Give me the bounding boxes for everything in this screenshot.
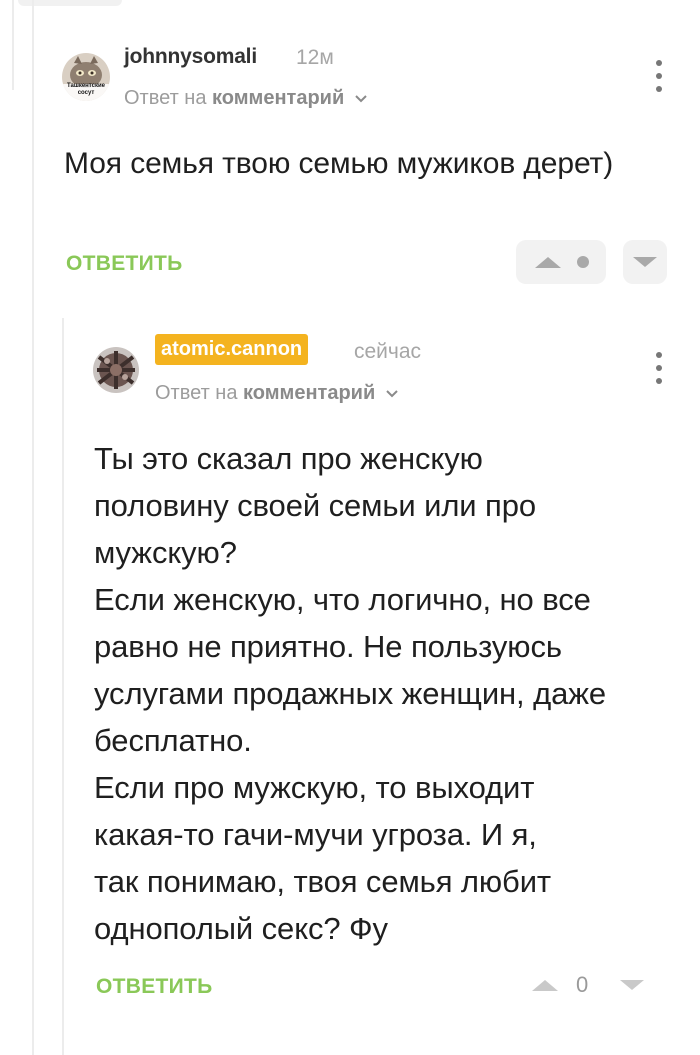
comment-line: равно не приятно. Не пользуюсь [94,629,562,664]
kebab-menu-icon[interactable] [654,60,664,92]
comment-text: Ты это сказал про женскую половину своей… [94,435,684,952]
comment-line: Если женскую, что логично, но все [94,582,591,617]
reply-to-link[interactable]: Ответ на комментарий [155,382,399,405]
comment-time[interactable]: 12м [296,46,334,70]
thread-line-level2 [62,318,64,1055]
comment-line: услугами продажных женщин, даже [94,676,606,711]
reply-to-target: комментарий [212,87,345,109]
username[interactable]: atomic.cannon [155,334,309,365]
reply-to-link[interactable]: Ответ на комментарий [124,87,368,110]
comment-line: Ты это сказал про женскую [94,441,483,476]
kebab-menu-icon[interactable] [654,352,664,384]
comment-line: какая-то гачи-мучи угроза. И я, [94,817,537,852]
comment-time[interactable]: сейчас [354,340,421,364]
chevron-down-icon [355,95,367,103]
upvote-icon[interactable] [533,255,563,269]
reply-to-target: комментарий [243,382,376,404]
reply-to-prefix: Ответ на [124,87,207,109]
rating-score: 0 [576,972,589,997]
avatar[interactable]: Ташкентские сосут [62,53,110,101]
thread-line-level1 [32,0,34,1055]
comment-text: Моя семья твою семью мужиков дерет) [64,147,614,180]
downvote-icon [633,257,657,267]
username[interactable]: johnnysomali [124,45,257,69]
comment-line: половину своей семьи или про [94,488,537,523]
reply-button[interactable]: ОТВЕТИТЬ [96,975,213,999]
chevron-down-icon [386,390,398,398]
rating-dot-icon [577,256,589,268]
comment-line: так понимаю, твоя семья любит [94,864,552,899]
thread-line-outer [12,0,14,90]
reply-button[interactable]: ОТВЕТИТЬ [66,252,183,276]
upvote-and-rating [516,240,606,284]
avatar[interactable] [93,347,139,393]
reply-to-prefix: Ответ на [155,382,238,404]
upvote-icon[interactable] [530,978,560,992]
comment-line: мужскую? [94,535,237,570]
downvote-icon[interactable] [618,978,646,992]
avatar-image [93,347,139,393]
downvote-box[interactable] [623,240,667,284]
avatar-caption: Ташкентские сосут [66,83,106,96]
comment-line: Если про мужскую, то выходит [94,770,535,805]
comment-line: однополый секс? Фу [94,911,388,946]
rating-controls: 0 [530,972,646,998]
comment-line: бесплатно. [94,723,252,758]
